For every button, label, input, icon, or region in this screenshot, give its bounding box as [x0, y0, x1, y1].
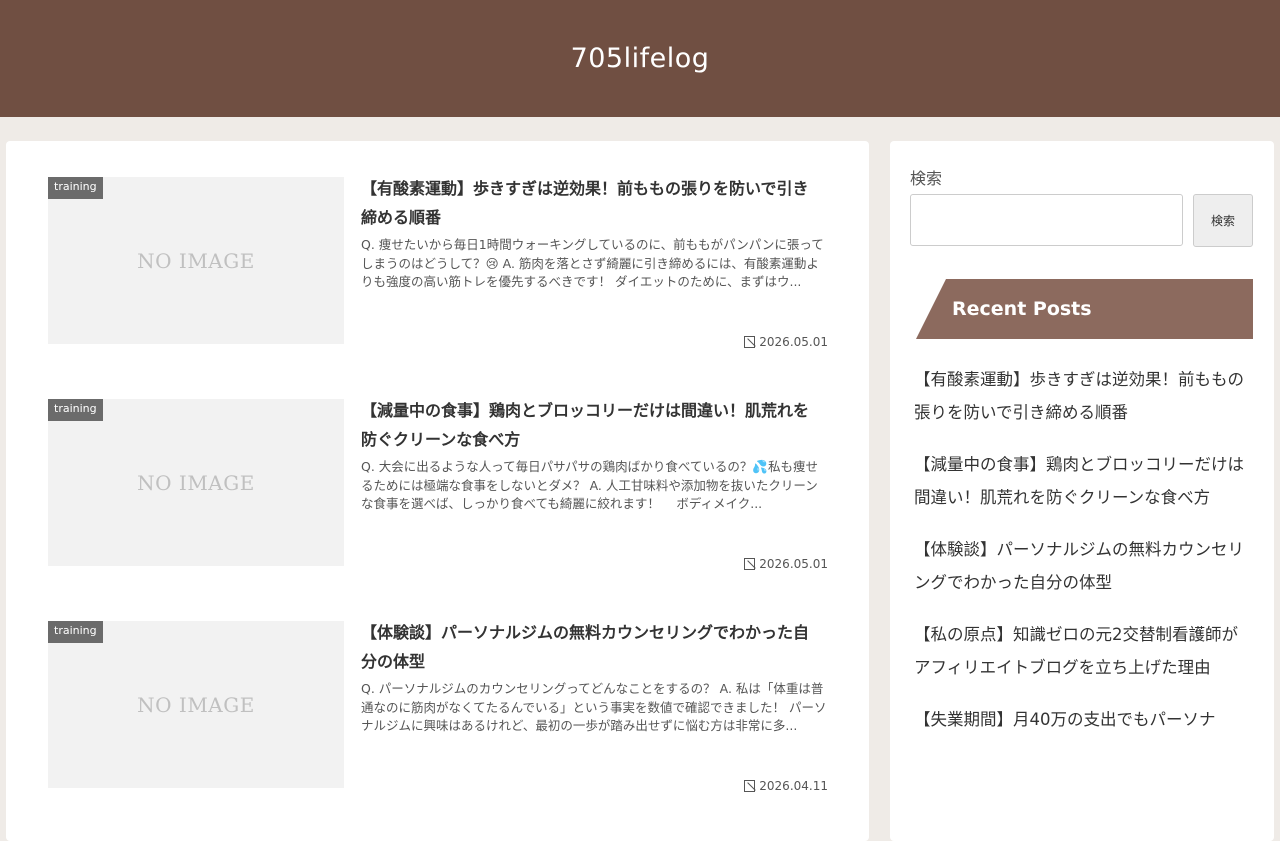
search-input[interactable] — [910, 194, 1183, 246]
post-date-text: 2026.05.01 — [759, 557, 828, 571]
post-title[interactable]: 【体験談】パーソナルジムの無料カウンセリングでわかった自分の体型 — [361, 618, 821, 676]
no-image-placeholder: NO IMAGE — [137, 692, 255, 717]
post-excerpt: Q. 痩せたいから毎日1時間ウォーキングしているのに、前ももがパンパンに張ってし… — [361, 237, 824, 289]
post-date: 2026.05.01 — [744, 557, 828, 571]
post-thumbnail[interactable]: NO IMAGE — [48, 399, 344, 566]
post-thumbnail[interactable]: NO IMAGE — [48, 177, 344, 344]
recent-posts-title: Recent Posts — [952, 298, 1092, 320]
date-icon — [744, 558, 756, 570]
post-excerpt: Q. 大会に出るような人って毎日パサパサの鶏肉ばかり食べているの？💦私も痩せるた… — [361, 459, 818, 511]
post-date: 2026.04.11 — [744, 779, 828, 793]
post-date: 2026.05.01 — [744, 335, 828, 349]
post-date-text: 2026.04.11 — [759, 779, 828, 793]
date-icon — [744, 780, 756, 792]
search-button[interactable]: 検索 — [1193, 194, 1253, 247]
post-excerpt: Q. パーソナルジムのカウンセリングってどんなことをするの？ A. 私は「体重は… — [361, 681, 827, 733]
recent-post-link[interactable]: 【減量中の食事】鶏肉とブロッコリーだけは間違い！肌荒れを防ぐクリーンな食べ方 — [914, 449, 1254, 514]
recent-post-link[interactable]: 【体験談】パーソナルジムの無料カウンセリングでわかった自分の体型 — [914, 534, 1254, 599]
post-title[interactable]: 【減量中の食事】鶏肉とブロッコリーだけは間違い！肌荒れを防ぐクリーンな食べ方 — [361, 396, 821, 454]
post-list: NO IMAGE training 【有酸素運動】歩きすぎは逆効果！前ももの張り… — [6, 141, 869, 841]
category-label: training — [48, 399, 103, 421]
no-image-placeholder: NO IMAGE — [137, 248, 255, 273]
post-title[interactable]: 【有酸素運動】歩きすぎは逆効果！前ももの張りを防いで引き締める順番 — [361, 174, 821, 232]
post-card[interactable]: NO IMAGE training 【減量中の食事】鶏肉とブロッコリーだけは間違… — [48, 396, 838, 571]
category-label: training — [48, 177, 103, 199]
search-label: 検索 — [910, 169, 943, 188]
site-title[interactable]: 705lifelog — [571, 43, 710, 74]
post-card[interactable]: NO IMAGE training 【有酸素運動】歩きすぎは逆効果！前ももの張り… — [48, 174, 838, 349]
no-image-placeholder: NO IMAGE — [137, 470, 255, 495]
category-label: training — [48, 621, 103, 643]
post-date-text: 2026.05.01 — [759, 335, 828, 349]
site-header: 705lifelog — [0, 0, 1280, 117]
date-icon — [744, 336, 756, 348]
recent-posts-heading: Recent Posts — [916, 279, 1253, 339]
post-thumbnail[interactable]: NO IMAGE — [48, 621, 344, 788]
sidebar: 検索 検索 Recent Posts 【有酸素運動】歩きすぎは逆効果！前ももの張… — [890, 141, 1274, 841]
recent-post-link[interactable]: 【私の原点】知識ゼロの元2交替制看護師がアフィリエイトブログを立ち上げた理由 — [914, 619, 1254, 684]
recent-post-link[interactable]: 【有酸素運動】歩きすぎは逆効果！前ももの張りを防いで引き締める順番 — [914, 364, 1254, 429]
recent-posts-list: 【有酸素運動】歩きすぎは逆効果！前ももの張りを防いで引き締める順番 【減量中の食… — [914, 364, 1254, 757]
recent-post-link[interactable]: 【失業期間】月40万の支出でもパーソナ — [914, 704, 1254, 737]
post-card[interactable]: NO IMAGE training 【体験談】パーソナルジムの無料カウンセリング… — [48, 618, 838, 793]
